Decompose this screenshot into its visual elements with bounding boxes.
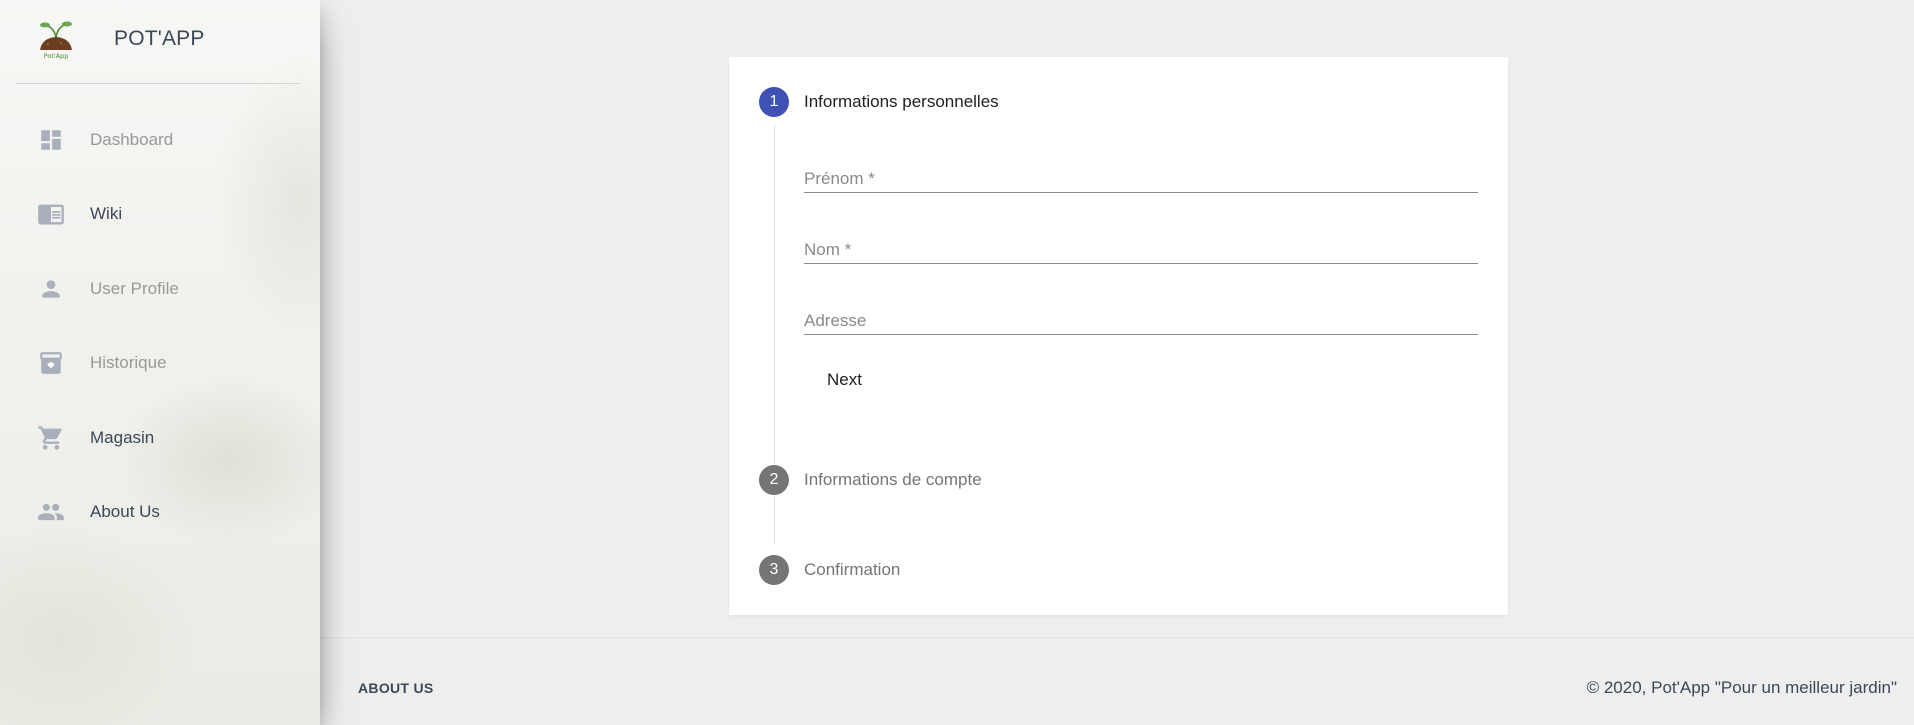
- sidebar-item-about-us[interactable]: About Us: [15, 487, 305, 537]
- step-3-label[interactable]: Confirmation: [804, 560, 900, 580]
- sidebar-item-historique[interactable]: Historique: [15, 338, 305, 388]
- sidebar-item-dashboard[interactable]: Dashboard: [15, 115, 305, 165]
- brand[interactable]: Pot'App POT'APP: [0, 0, 320, 84]
- footer-divider: [320, 637, 1914, 638]
- svg-text:Pot'App: Pot'App: [44, 52, 69, 60]
- sidebar-item-label: Wiki: [90, 204, 123, 223]
- sidebar-item-label: Historique: [90, 353, 167, 372]
- sidebar-divider: [15, 83, 300, 84]
- archive-icon: [37, 349, 65, 377]
- sidebar: Pot'App POT'APP Dashboard Wiki User Prof…: [0, 0, 320, 725]
- copyright-text: © 2020, Pot'App "Pour un meilleur jardin…: [1586, 678, 1897, 697]
- sidebar-item-magasin[interactable]: Magasin: [15, 413, 305, 463]
- sidebar-item-label: Dashboard: [90, 130, 174, 149]
- prenom-field[interactable]: [804, 155, 1478, 195]
- sidebar-item-label: User Profile: [90, 279, 179, 298]
- app-title: POT'APP: [114, 27, 205, 50]
- next-button[interactable]: Next: [804, 362, 884, 398]
- step-2-label[interactable]: Informations de compte: [804, 470, 982, 490]
- nom-input[interactable]: [804, 226, 1478, 264]
- sidebar-item-user-profile[interactable]: User Profile: [15, 264, 305, 314]
- step-3-indicator[interactable]: 3: [759, 555, 789, 585]
- sidebar-item-label: About Us: [90, 502, 160, 521]
- sidebar-item-label: Magasin: [90, 428, 155, 447]
- dashboard-icon: [37, 126, 65, 154]
- step-connector: [774, 503, 775, 545]
- prenom-input[interactable]: [804, 155, 1478, 193]
- step-1-label: Informations personnelles: [804, 92, 999, 111]
- footer-about-us-link[interactable]: ABOUT US: [358, 680, 434, 696]
- people-icon: [37, 498, 65, 526]
- step-1-indicator: 1: [759, 87, 789, 117]
- chrome-reader-icon: [37, 200, 65, 228]
- sidebar-item-wiki[interactable]: Wiki: [15, 189, 305, 239]
- adresse-field[interactable]: [804, 297, 1478, 337]
- registration-stepper-card: 1 Informations personnelles Next 2 Infor…: [729, 57, 1508, 615]
- shopping-cart-icon: [37, 424, 65, 452]
- adresse-input[interactable]: [804, 297, 1478, 335]
- nom-field[interactable]: [804, 226, 1478, 266]
- person-icon: [37, 275, 65, 303]
- logo-icon: Pot'App: [40, 21, 72, 60]
- step-connector: [774, 125, 775, 512]
- step-2-indicator[interactable]: 2: [759, 465, 789, 495]
